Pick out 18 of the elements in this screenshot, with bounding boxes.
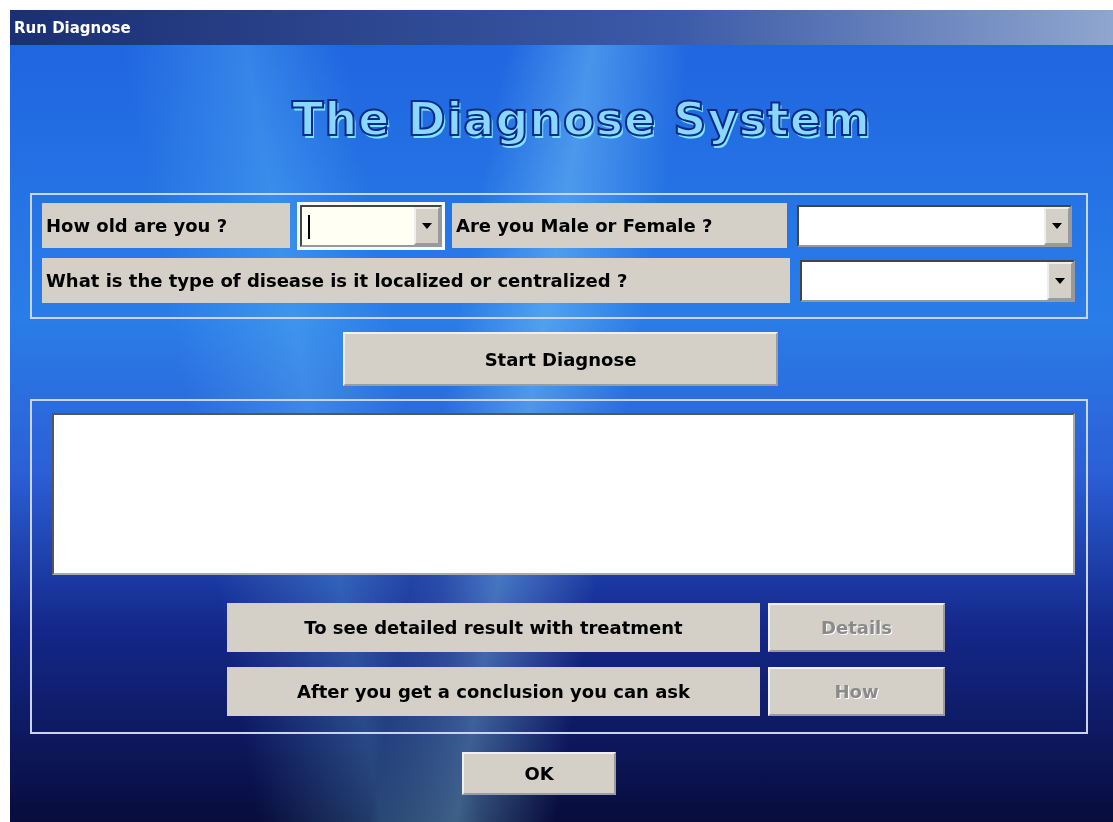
hint-label: To see detailed result with treatment bbox=[227, 603, 760, 652]
dropdown-field[interactable] bbox=[797, 204, 1072, 247]
window-title: Run Diagnose bbox=[14, 18, 131, 37]
app-logo-title: The Diagnose System bbox=[292, 92, 871, 146]
question-label: What is the type of disease is it localized or centralized ? bbox=[42, 258, 790, 303]
question-label: Are you Male or Female ? bbox=[452, 203, 787, 248]
caret-icon bbox=[1055, 277, 1065, 284]
dropdown-field[interactable] bbox=[300, 204, 442, 247]
ok-button[interactable]: OK bbox=[462, 752, 616, 795]
caret-icon bbox=[1052, 222, 1062, 229]
dropdown-button[interactable] bbox=[1047, 261, 1073, 300]
dropdown-button[interactable] bbox=[414, 206, 440, 245]
start-diagnose-button[interactable]: Start Diagnose bbox=[343, 332, 778, 386]
dropdown-button[interactable] bbox=[1044, 206, 1070, 245]
caret-icon bbox=[422, 222, 432, 229]
question-label: How old are you ? bbox=[42, 203, 290, 248]
hint-label: After you get a conclusion you can ask bbox=[227, 667, 760, 716]
dropdown-field[interactable] bbox=[800, 259, 1075, 302]
